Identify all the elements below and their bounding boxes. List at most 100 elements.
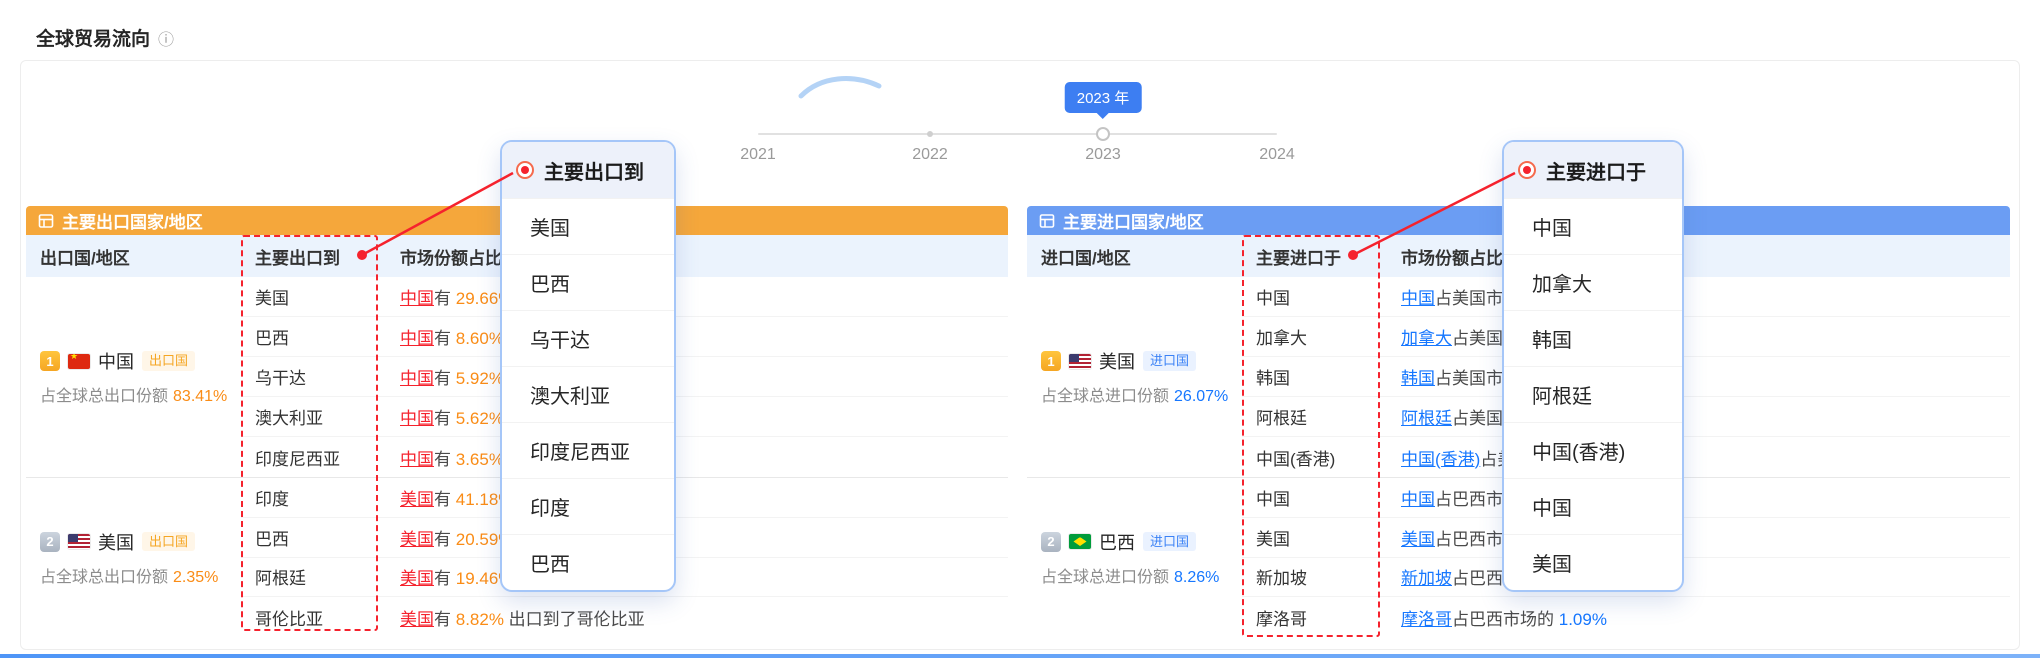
popup-item[interactable]: 印度尼西亚 [502, 422, 674, 478]
share-cell: 韩国占美国市场的 [1387, 364, 2010, 389]
year-tooltip: 2023 年 [1065, 82, 1142, 113]
partner-cell: 乌干达 [241, 364, 386, 389]
exporter-summary: 1 中国 出口国 占全球总出口份额83.41% [26, 277, 241, 477]
share-cell: 美国有 41.18% 出 [386, 485, 1008, 510]
popup-item[interactable]: 乌干达 [502, 310, 674, 366]
col-exporter: 出口国/地区 [26, 244, 241, 269]
share-cell: 中国占巴西市场的 [1387, 485, 2010, 510]
country-link[interactable]: 中国 [1401, 490, 1435, 509]
partner-cell: 摩洛哥 [1242, 605, 1387, 630]
year-label-2024[interactable]: 2024 [1232, 146, 1322, 164]
partner-cell: 中国 [1242, 284, 1387, 309]
bullseye-icon [516, 161, 534, 179]
popup-title-row: 主要进口于 [1504, 142, 1682, 198]
decorative-swoosh [795, 70, 885, 104]
exporter-badge: 出口国 [142, 351, 195, 371]
share-cell: 加拿大占美国市场 [1387, 324, 2010, 349]
year-label-2022[interactable]: 2022 [885, 146, 975, 164]
popup-item[interactable]: 中国(香港) [1504, 422, 1682, 478]
importer-summary: 1 美国 进口国 占全球总进口份额26.07% [1027, 277, 1242, 477]
popup-item[interactable]: 巴西 [502, 254, 674, 310]
share-cell: 美国有 19.46% 出 [386, 564, 1008, 589]
col-market-share: 市场份额占比 [386, 244, 1008, 269]
popup-item[interactable]: 美国 [1504, 534, 1682, 590]
share-cell: 中国有 29.66% 出 [386, 284, 1008, 309]
country-link[interactable]: 中国 [1401, 289, 1435, 308]
rank-2-badge: 2 [40, 532, 60, 552]
page-title: 全球贸易流向 ⓘ [36, 24, 174, 51]
country-link[interactable]: 美国 [1401, 530, 1435, 549]
country-link[interactable]: 摩洛哥 [1401, 610, 1452, 629]
share-cell: 阿根廷占美国市场 [1387, 404, 2010, 429]
popup-item[interactable]: 澳大利亚 [502, 366, 674, 422]
country-link[interactable]: 中国 [400, 450, 434, 469]
country-link[interactable]: 美国 [400, 530, 434, 549]
popup-title-text: 主要进口于 [1546, 156, 1646, 185]
country-link[interactable]: 韩国 [1401, 369, 1435, 388]
timeline-handle[interactable] [1096, 127, 1110, 141]
share-cell: 美国占巴西市场的 [1387, 525, 2010, 550]
country-link[interactable]: 新加坡 [1401, 569, 1452, 588]
usa-flag-icon [1069, 354, 1091, 369]
country-name: 中国 [98, 348, 134, 374]
import-sources-popup: 主要进口于 中国 加拿大 韩国 阿根廷 中国(香港) 中国 美国 [1502, 140, 1684, 592]
popup-title-text: 主要出口到 [544, 156, 644, 185]
share-cell: 美国有 20.59% 出 [386, 525, 1008, 550]
table-icon [38, 213, 54, 229]
import-table-title: 主要进口国家/地区 [1063, 208, 1204, 233]
global-share: 占全球总出口份额2.35% [40, 563, 241, 587]
partner-cell: 巴西 [241, 324, 386, 349]
timeline-track[interactable] [758, 133, 1277, 135]
country-name: 美国 [1099, 348, 1135, 374]
year-label-2023[interactable]: 2023 [1058, 146, 1148, 164]
partner-cell: 中国 [1242, 485, 1387, 510]
country-link[interactable]: 中国 [400, 369, 434, 388]
share-cell: 中国有 3.65% 出 [386, 445, 1008, 470]
partner-cell: 阿根廷 [1242, 404, 1387, 429]
partner-cell: 新加坡 [1242, 564, 1387, 589]
popup-item[interactable]: 韩国 [1504, 310, 1682, 366]
popup-item[interactable]: 巴西 [502, 534, 674, 590]
importer-summary: 2 巴西 进口国 占全球总进口份额8.26% [1027, 478, 1242, 637]
rank-2-badge: 2 [1041, 532, 1061, 552]
share-cell: 中国有 8.60% 出 [386, 324, 1008, 349]
table-row: 摩洛哥摩洛哥占巴西市场的 1.09% [1242, 597, 2010, 637]
year-label-2021[interactable]: 2021 [713, 146, 803, 164]
partner-cell: 美国 [1242, 525, 1387, 550]
china-flag-icon [68, 354, 90, 369]
col-importer: 进口国/地区 [1027, 244, 1242, 269]
popup-item[interactable]: 阿根廷 [1504, 366, 1682, 422]
partner-cell: 印度尼西亚 [241, 445, 386, 470]
table-icon [1039, 213, 1055, 229]
country-link[interactable]: 中国 [400, 329, 434, 348]
country-link[interactable]: 美国 [400, 569, 434, 588]
popup-item[interactable]: 中国 [1504, 478, 1682, 534]
country-link[interactable]: 美国 [400, 610, 434, 629]
partner-cell: 韩国 [1242, 364, 1387, 389]
partner-cell: 印度 [241, 485, 386, 510]
popup-item[interactable]: 中国 [1504, 198, 1682, 254]
country-link[interactable]: 阿根廷 [1401, 409, 1452, 428]
rank-1-badge: 1 [1041, 351, 1061, 371]
share-cell: 美国有 8.82% 出口到了哥伦比亚 [386, 605, 1008, 630]
page-title-text: 全球贸易流向 [36, 24, 150, 51]
country-link[interactable]: 美国 [400, 490, 434, 509]
popup-item[interactable]: 印度 [502, 478, 674, 534]
global-share: 占全球总进口份额26.07% [1041, 382, 1242, 406]
popup-item[interactable]: 加拿大 [1504, 254, 1682, 310]
table-row: 哥伦比亚美国有 8.82% 出口到了哥伦比亚 [241, 597, 1008, 632]
country-link[interactable]: 中国 [400, 409, 434, 428]
popup-item[interactable]: 美国 [502, 198, 674, 254]
country-name: 美国 [98, 529, 134, 555]
bullseye-icon [1518, 161, 1536, 179]
share-cell: 中国有 5.92% 出 [386, 364, 1008, 389]
info-icon[interactable]: ⓘ [158, 26, 174, 50]
usa-flag-icon [68, 534, 90, 549]
country-link[interactable]: 中国 [400, 289, 434, 308]
importer-badge: 进口国 [1143, 351, 1196, 371]
share-cell: 新加坡占巴西市场 [1387, 564, 2010, 589]
country-link[interactable]: 加拿大 [1401, 329, 1452, 348]
share-cell: 中国有 5.62% 出 [386, 404, 1008, 429]
country-link[interactable]: 中国(香港) [1401, 450, 1480, 469]
bottom-divider [0, 654, 2040, 658]
